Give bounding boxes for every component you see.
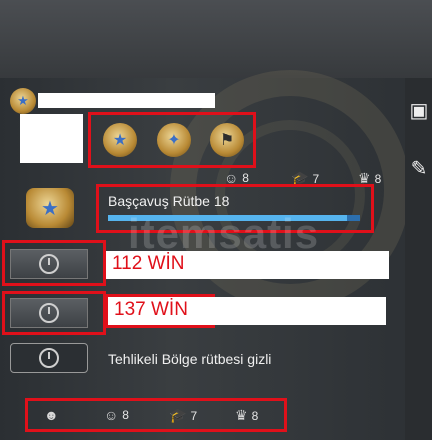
clock-icon <box>39 348 59 368</box>
redacted-name <box>38 93 215 108</box>
bottom-stat-2: ☺ 8 <box>104 407 129 423</box>
competitive-wins: 137 WİN <box>114 299 188 320</box>
bottom-stat-4-value: 8 <box>251 408 259 423</box>
bottom-stat-3: 🎓 7 <box>169 407 197 424</box>
competitive-rank-badge[interactable] <box>10 298 88 328</box>
redacted-avatar <box>20 114 83 163</box>
clock-icon <box>39 254 59 274</box>
avatar-medal-icon: ★ <box>10 88 36 114</box>
wingman-wins: 112 WİN <box>112 253 185 274</box>
danger-zone-badge[interactable] <box>10 343 88 373</box>
danger-zone-label: Tehlikeli Bölge rütbesi gizli <box>108 351 272 367</box>
medal-1-icon[interactable]: ★ <box>103 123 137 157</box>
profile-card-icon[interactable]: ▣ <box>408 98 430 124</box>
edit-pencil-icon[interactable]: ✎ <box>408 156 430 182</box>
stat-leader-value: 8 <box>374 171 382 186</box>
bottom-stat-1: ☻ <box>44 407 63 423</box>
crown-icon: ♛ <box>235 407 248 423</box>
right-toolbar <box>405 78 432 440</box>
level-eagle-icon: ★ <box>26 188 74 228</box>
top-background <box>0 0 432 78</box>
clock-icon <box>39 303 59 323</box>
bottom-stat-2-value: 8 <box>122 408 129 422</box>
rank-name: Başçavuş Rütbe 18 <box>108 193 230 209</box>
medal-2-icon[interactable]: ✦ <box>157 123 191 157</box>
face-icon: ☻ <box>44 407 59 423</box>
medal-3-icon[interactable]: ⚑ <box>210 123 244 157</box>
bottom-stat-4: ♛ 8 <box>235 407 258 424</box>
stat-friendly-value: 8 <box>242 171 249 185</box>
wingman-wins-box: 112 WİN <box>106 251 389 279</box>
wingman-rank-badge[interactable] <box>10 249 88 279</box>
bottom-stat-3-value: 7 <box>190 408 198 423</box>
mortarboard-icon: 🎓 <box>169 407 187 423</box>
competitive-wins-box: 137 WİN <box>108 297 386 325</box>
smiley-icon: ☺ <box>104 407 119 423</box>
